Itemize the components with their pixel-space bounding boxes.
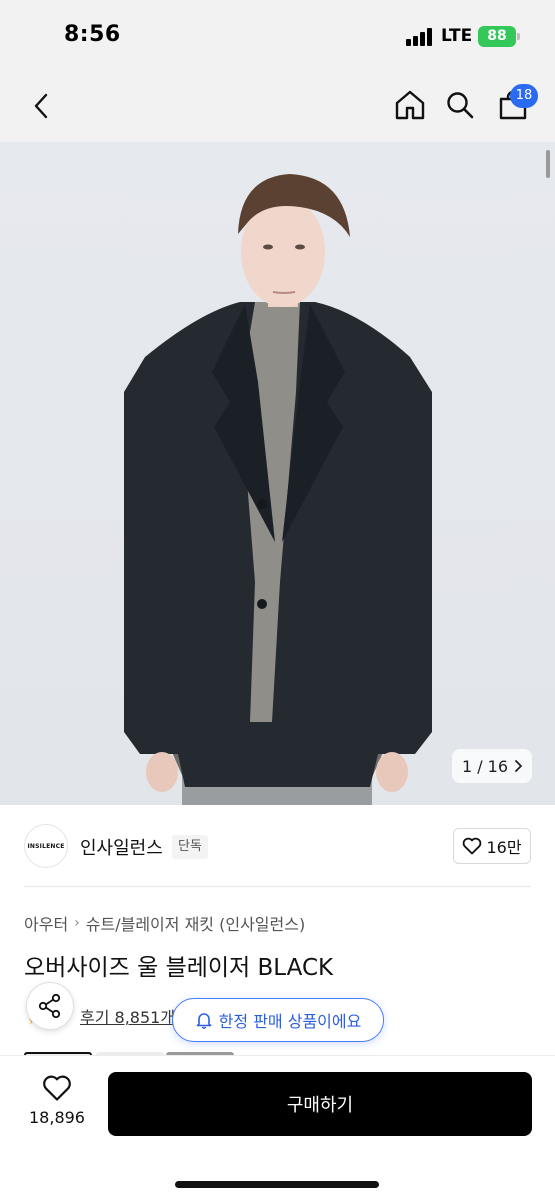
search-icon: [447, 92, 474, 119]
network-type: LTE: [441, 26, 473, 46]
product-image[interactable]: [0, 142, 555, 805]
review-link[interactable]: 후기 8,851개: [80, 1004, 175, 1028]
bell-icon: [196, 1013, 211, 1029]
category-path-link[interactable]: 슈트/블레이저 재킷 (인사일런스): [86, 911, 305, 935]
brand-logo-text: INSILENCE: [27, 842, 65, 850]
bottom-action-bar: 18,896 구매하기: [0, 1055, 555, 1200]
home-indicator[interactable]: [175, 1181, 379, 1188]
category-breadcrumb: 아우터 › 슈트/블레이저 재킷 (인사일런스): [24, 911, 305, 935]
model-photo: [124, 174, 432, 805]
share-icon: [38, 993, 61, 1019]
chevron-right-icon: ›: [74, 915, 80, 931]
image-counter-button[interactable]: 1 / 16: [452, 749, 532, 783]
brand-logo[interactable]: INSILENCE: [24, 824, 68, 868]
status-time: 8:56: [64, 22, 121, 47]
wishlist-count: 18,896: [29, 1108, 85, 1127]
divider: [24, 886, 531, 887]
back-button[interactable]: [22, 86, 60, 126]
battery-icon: 88: [478, 26, 516, 47]
battery-tip: [517, 33, 520, 40]
cart-count-badge: 18: [510, 84, 538, 108]
image-counter-text: 1 / 16: [461, 756, 509, 776]
nav-header: [0, 70, 555, 142]
status-bar: 8:56 LTE 88: [0, 0, 555, 70]
brand-name-link[interactable]: 인사일런스: [80, 834, 163, 860]
brand-like-button[interactable]: 16만: [453, 828, 531, 864]
exclusive-tag: 단독: [172, 835, 208, 859]
category-root-link[interactable]: 아우터: [24, 911, 68, 935]
limited-sale-badge[interactable]: 한정 판매 상품이에요: [172, 998, 384, 1042]
brand-row: INSILENCE 인사일런스 단독 16만: [0, 806, 555, 886]
chevron-right-icon: [515, 760, 522, 772]
search-button[interactable]: [440, 84, 480, 126]
scrollbar[interactable]: [546, 150, 550, 178]
back-chevron-icon: [34, 93, 48, 119]
home-icon: [395, 90, 425, 120]
cellular-signal-icon: [406, 28, 436, 46]
heart-icon: [463, 837, 482, 855]
heart-icon: [43, 1075, 71, 1101]
product-title: 오버사이즈 울 블레이저 BLACK: [24, 955, 334, 981]
buy-button[interactable]: 구매하기: [108, 1072, 532, 1136]
limited-sale-text: 한정 판매 상품이에요: [218, 1012, 362, 1031]
wishlist-button[interactable]: 18,896: [24, 1074, 90, 1138]
share-button[interactable]: [26, 982, 74, 1030]
battery-level: 88: [487, 28, 507, 44]
brand-like-count: 16만: [486, 838, 522, 857]
home-button[interactable]: [390, 84, 430, 126]
